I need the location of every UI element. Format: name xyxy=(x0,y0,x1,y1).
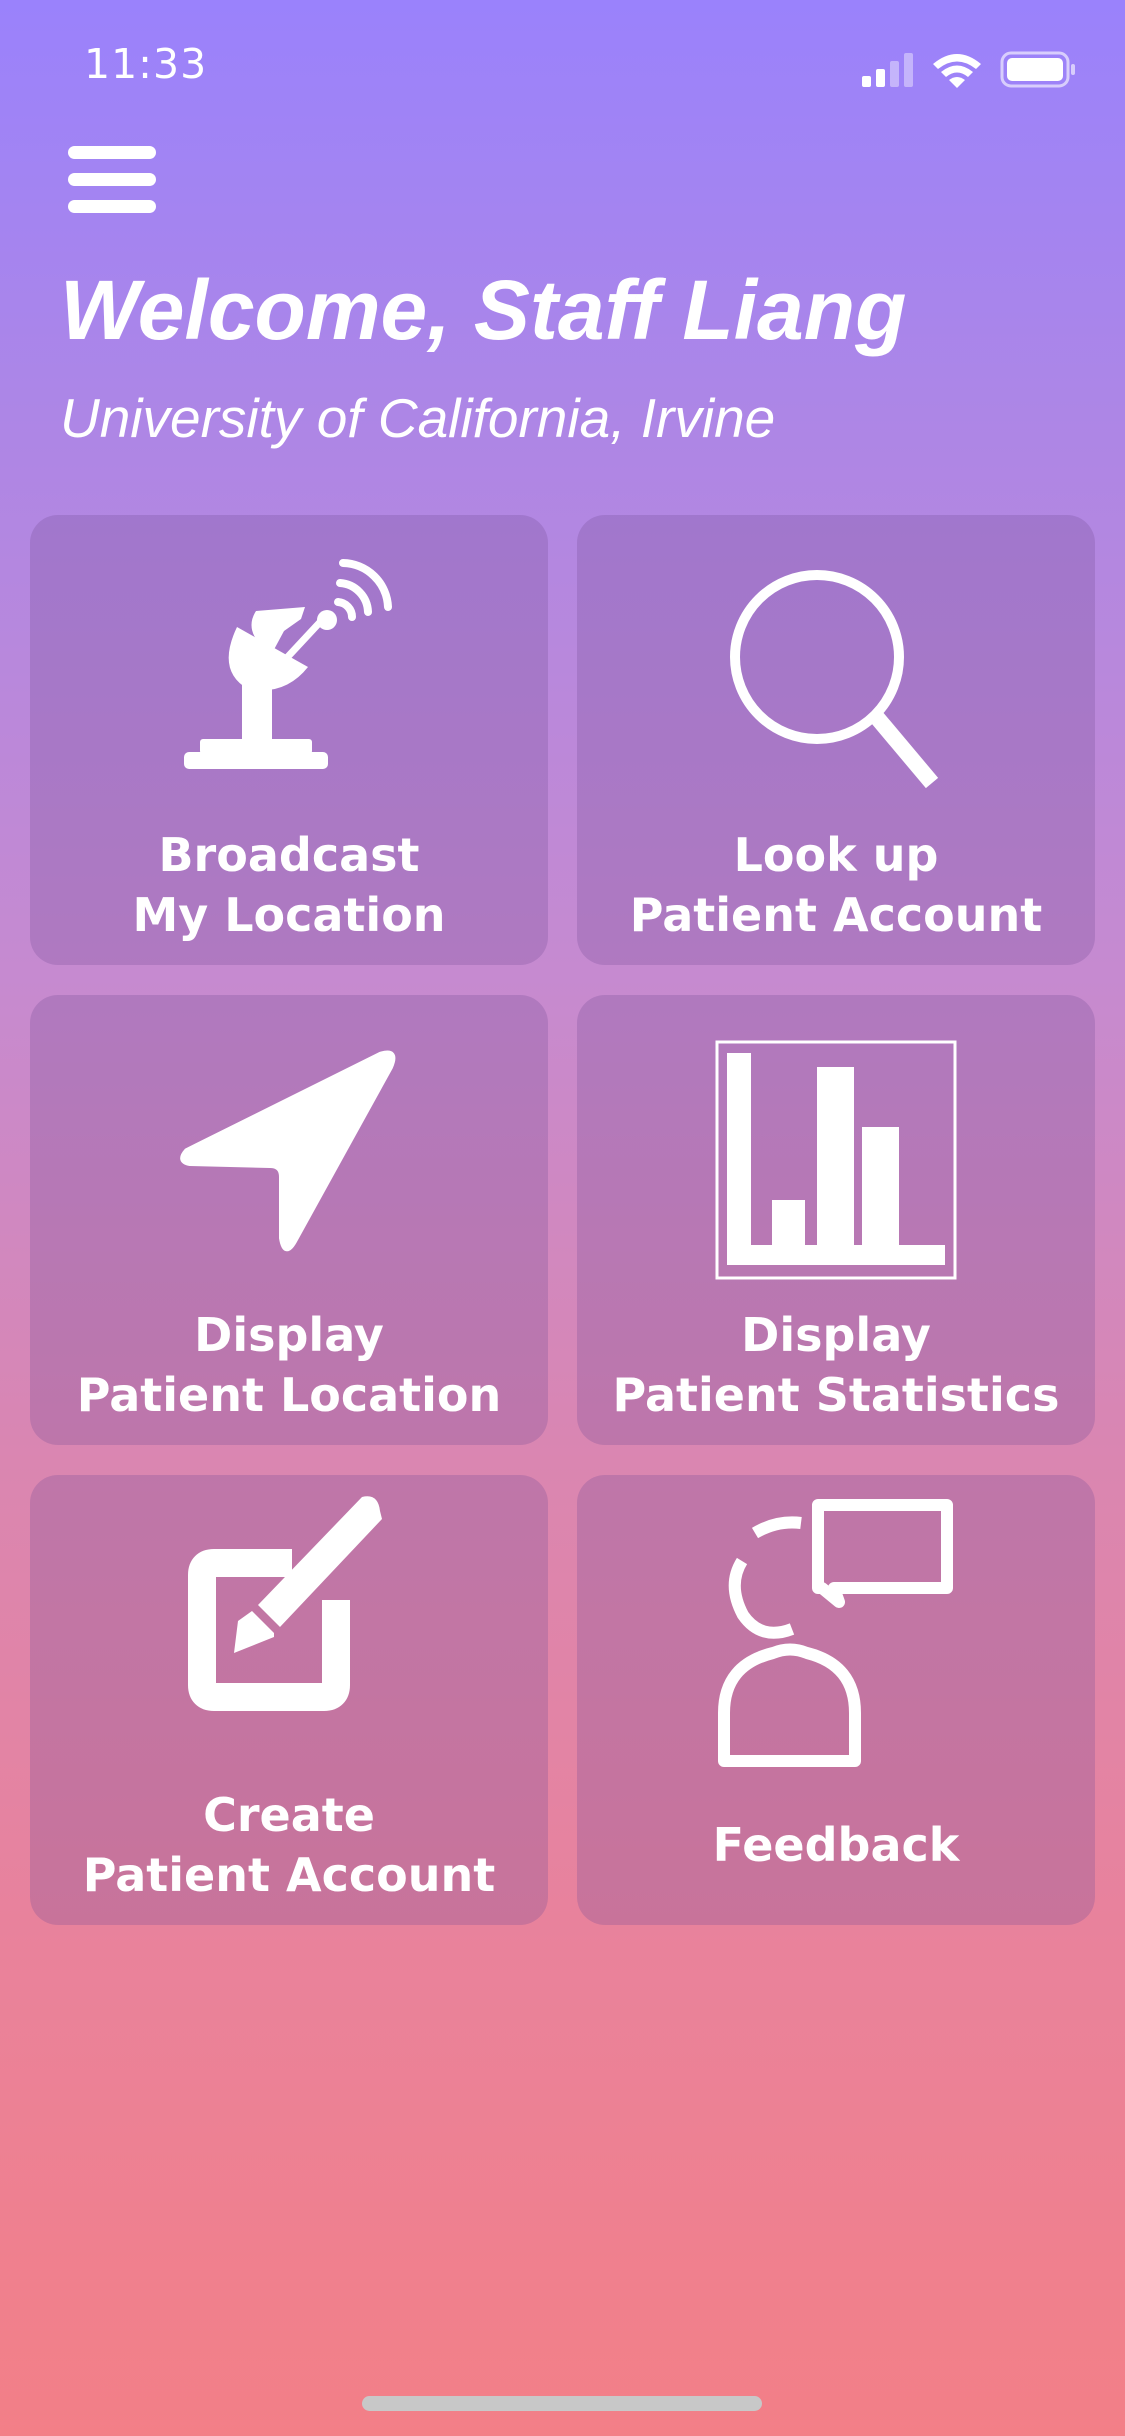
bar-chart-icon xyxy=(577,995,1095,1295)
display-patient-location-button[interactable]: Display Patient Location xyxy=(30,995,548,1445)
tile-label: Look up Patient Account xyxy=(629,828,1043,942)
display-patient-statistics-button[interactable]: Display Patient Statistics xyxy=(577,995,1095,1445)
feedback-person-icon xyxy=(577,1475,1095,1775)
status-bar: 11:33 xyxy=(0,0,1125,130)
status-icons xyxy=(862,50,1082,90)
battery-icon xyxy=(1000,51,1075,88)
tile-label: Feedback xyxy=(712,1818,960,1872)
status-time: 11:33 xyxy=(84,40,208,88)
tile-label: Display Patient Location xyxy=(76,1308,502,1422)
create-patient-account-button[interactable]: Create Patient Account xyxy=(30,1475,548,1925)
cellular-signal-icon xyxy=(862,53,913,87)
hamburger-menu-icon[interactable] xyxy=(68,146,156,213)
tile-label: Create Patient Account xyxy=(82,1788,496,1902)
welcome-title: Welcome, Staff Liang xyxy=(60,263,907,357)
satellite-dish-icon xyxy=(30,515,548,815)
organization-subtitle: University of California, Irvine xyxy=(60,387,776,449)
wifi-icon xyxy=(933,54,981,88)
tile-label: Broadcast My Location xyxy=(132,828,446,942)
broadcast-location-button[interactable]: Broadcast My Location xyxy=(30,515,548,965)
tile-label: Display Patient Statistics xyxy=(612,1308,1060,1422)
home-indicator[interactable] xyxy=(362,2396,762,2411)
feedback-button[interactable]: Feedback xyxy=(577,1475,1095,1925)
magnifier-icon xyxy=(577,515,1095,815)
location-arrow-icon xyxy=(30,995,548,1295)
lookup-patient-account-button[interactable]: Look up Patient Account xyxy=(577,515,1095,965)
edit-pencil-icon xyxy=(30,1475,548,1775)
